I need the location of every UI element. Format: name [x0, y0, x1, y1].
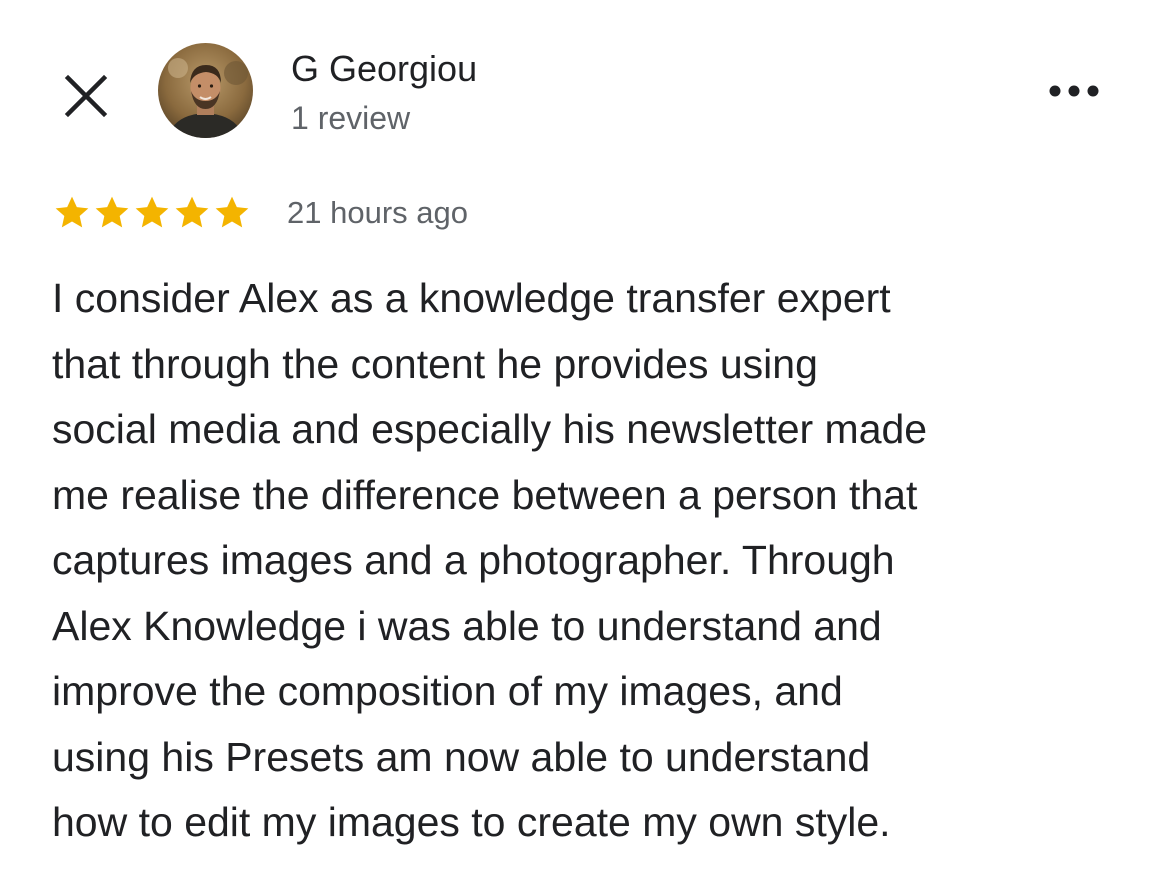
reviewer-review-count: 1 review	[291, 100, 411, 136]
more-horizontal-icon	[1049, 85, 1099, 97]
review-text-line: I consider Alex as a knowledge transfer …	[52, 275, 891, 321]
review-text-line: Alex Knowledge i was able to understand …	[52, 602, 882, 649]
review-text-line: that through the content he provides usi…	[52, 340, 818, 387]
review-timestamp: 21 hours ago	[287, 195, 468, 230]
more-options-button[interactable]	[1042, 76, 1106, 106]
star-icon	[215, 196, 249, 228]
review-text-line: improve the composition of my images, an…	[52, 668, 843, 714]
review-text-line: me realise the difference between a pers…	[52, 471, 918, 518]
avatar[interactable]	[158, 43, 253, 138]
review-text-line: using his Presets am now able to underst…	[52, 733, 871, 780]
star-icon	[175, 196, 209, 228]
review-text-line: social media and especially his newslett…	[52, 406, 928, 452]
review-text-line: captures images and a photographer. Thro…	[52, 537, 895, 583]
review-text: I consider Alex as a knowledge transfer …	[52, 266, 1132, 856]
star-icon	[95, 196, 129, 228]
review-text-line: how to edit my images to create my own s…	[52, 799, 891, 845]
star-rating	[52, 193, 252, 235]
star-icon	[55, 196, 89, 228]
close-button[interactable]	[60, 70, 112, 122]
reviewer-name[interactable]: G Georgiou	[291, 46, 477, 92]
close-icon	[64, 74, 108, 118]
profile-photo	[158, 43, 253, 138]
star-icon	[135, 196, 169, 228]
